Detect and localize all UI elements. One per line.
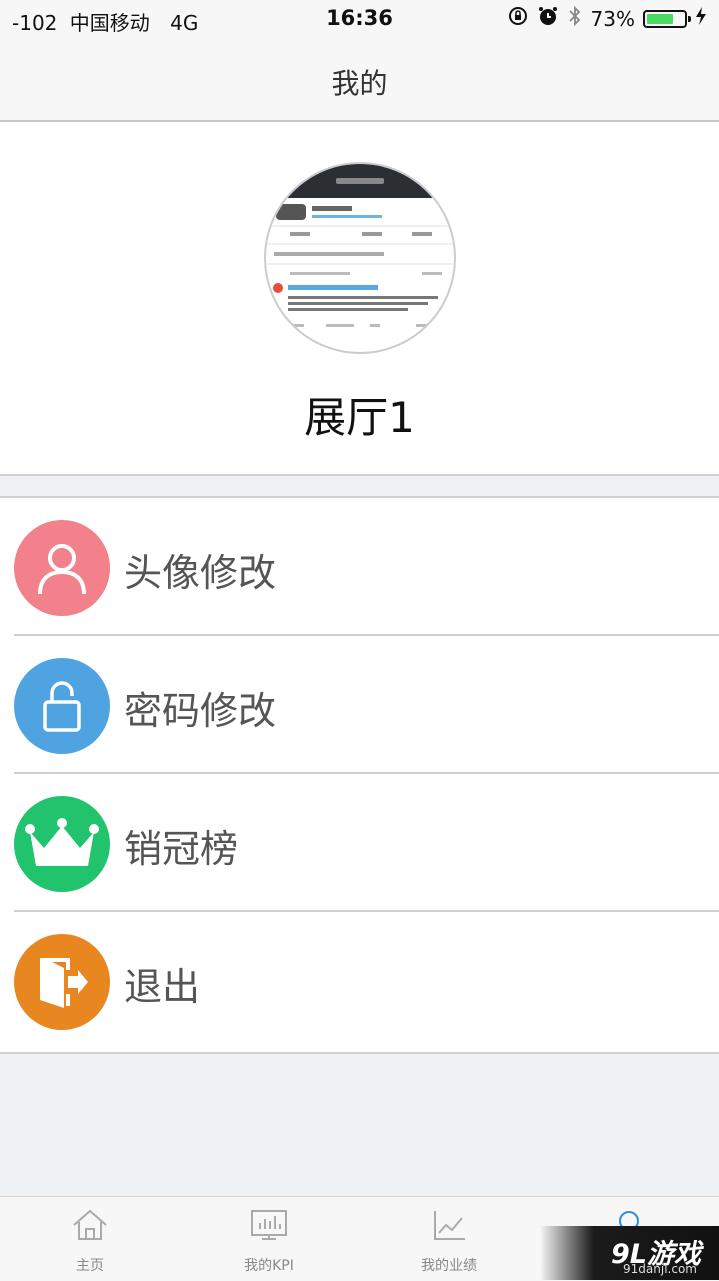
watermark: 9L游戏 91danji.com — [540, 1226, 719, 1280]
exit-door-icon — [14, 934, 110, 1030]
tab-my-performance[interactable]: 我的业绩 — [359, 1197, 539, 1281]
charging-icon — [695, 6, 707, 31]
battery-icon — [643, 9, 691, 28]
menu-item-sales-ranking[interactable]: 销冠榜 — [0, 774, 719, 912]
bluetooth-icon — [567, 5, 583, 32]
home-icon — [73, 1209, 107, 1240]
tab-label: 我的KPI — [244, 1258, 294, 1274]
kpi-chart-icon — [251, 1210, 287, 1240]
page-title: 我的 — [331, 67, 388, 100]
tab-label: 我的业绩 — [421, 1258, 477, 1274]
settings-menu: 头像修改 密码修改 销冠榜 退出 — [0, 496, 719, 1054]
tab-label: 主页 — [76, 1258, 104, 1274]
menu-item-label: 头像修改 — [124, 551, 277, 595]
menu-item-label: 退出 — [124, 965, 201, 1009]
avatar[interactable] — [264, 162, 456, 354]
menu-item-change-avatar[interactable]: 头像修改 — [0, 498, 719, 636]
tab-my-kpi[interactable]: 我的KPI — [179, 1197, 359, 1281]
battery-percent: 73% — [590, 6, 635, 31]
menu-item-label: 密码修改 — [124, 689, 277, 733]
watermark-url: 91danji.com — [623, 1262, 697, 1276]
menu-item-change-password[interactable]: 密码修改 — [0, 636, 719, 774]
menu-item-logout[interactable]: 退出 — [0, 912, 719, 1050]
avatar-screenshot-image — [266, 164, 454, 327]
profile-name: 展厅1 — [304, 393, 415, 442]
menu-item-label: 销冠榜 — [124, 827, 239, 871]
line-chart-icon — [434, 1211, 465, 1240]
profile-header: 展厅1 — [0, 122, 719, 476]
tab-home[interactable]: 主页 — [0, 1197, 180, 1281]
status-bar: -102 中国移动 4G 16:36 73% — [0, 0, 719, 40]
unlock-icon — [14, 658, 110, 754]
crown-icon — [14, 796, 110, 892]
status-icons: 73% — [507, 5, 707, 32]
navigation-bar: 我的 — [0, 40, 719, 122]
alarm-icon — [537, 5, 559, 32]
user-icon — [14, 520, 110, 616]
rotation-lock-icon — [507, 5, 529, 32]
